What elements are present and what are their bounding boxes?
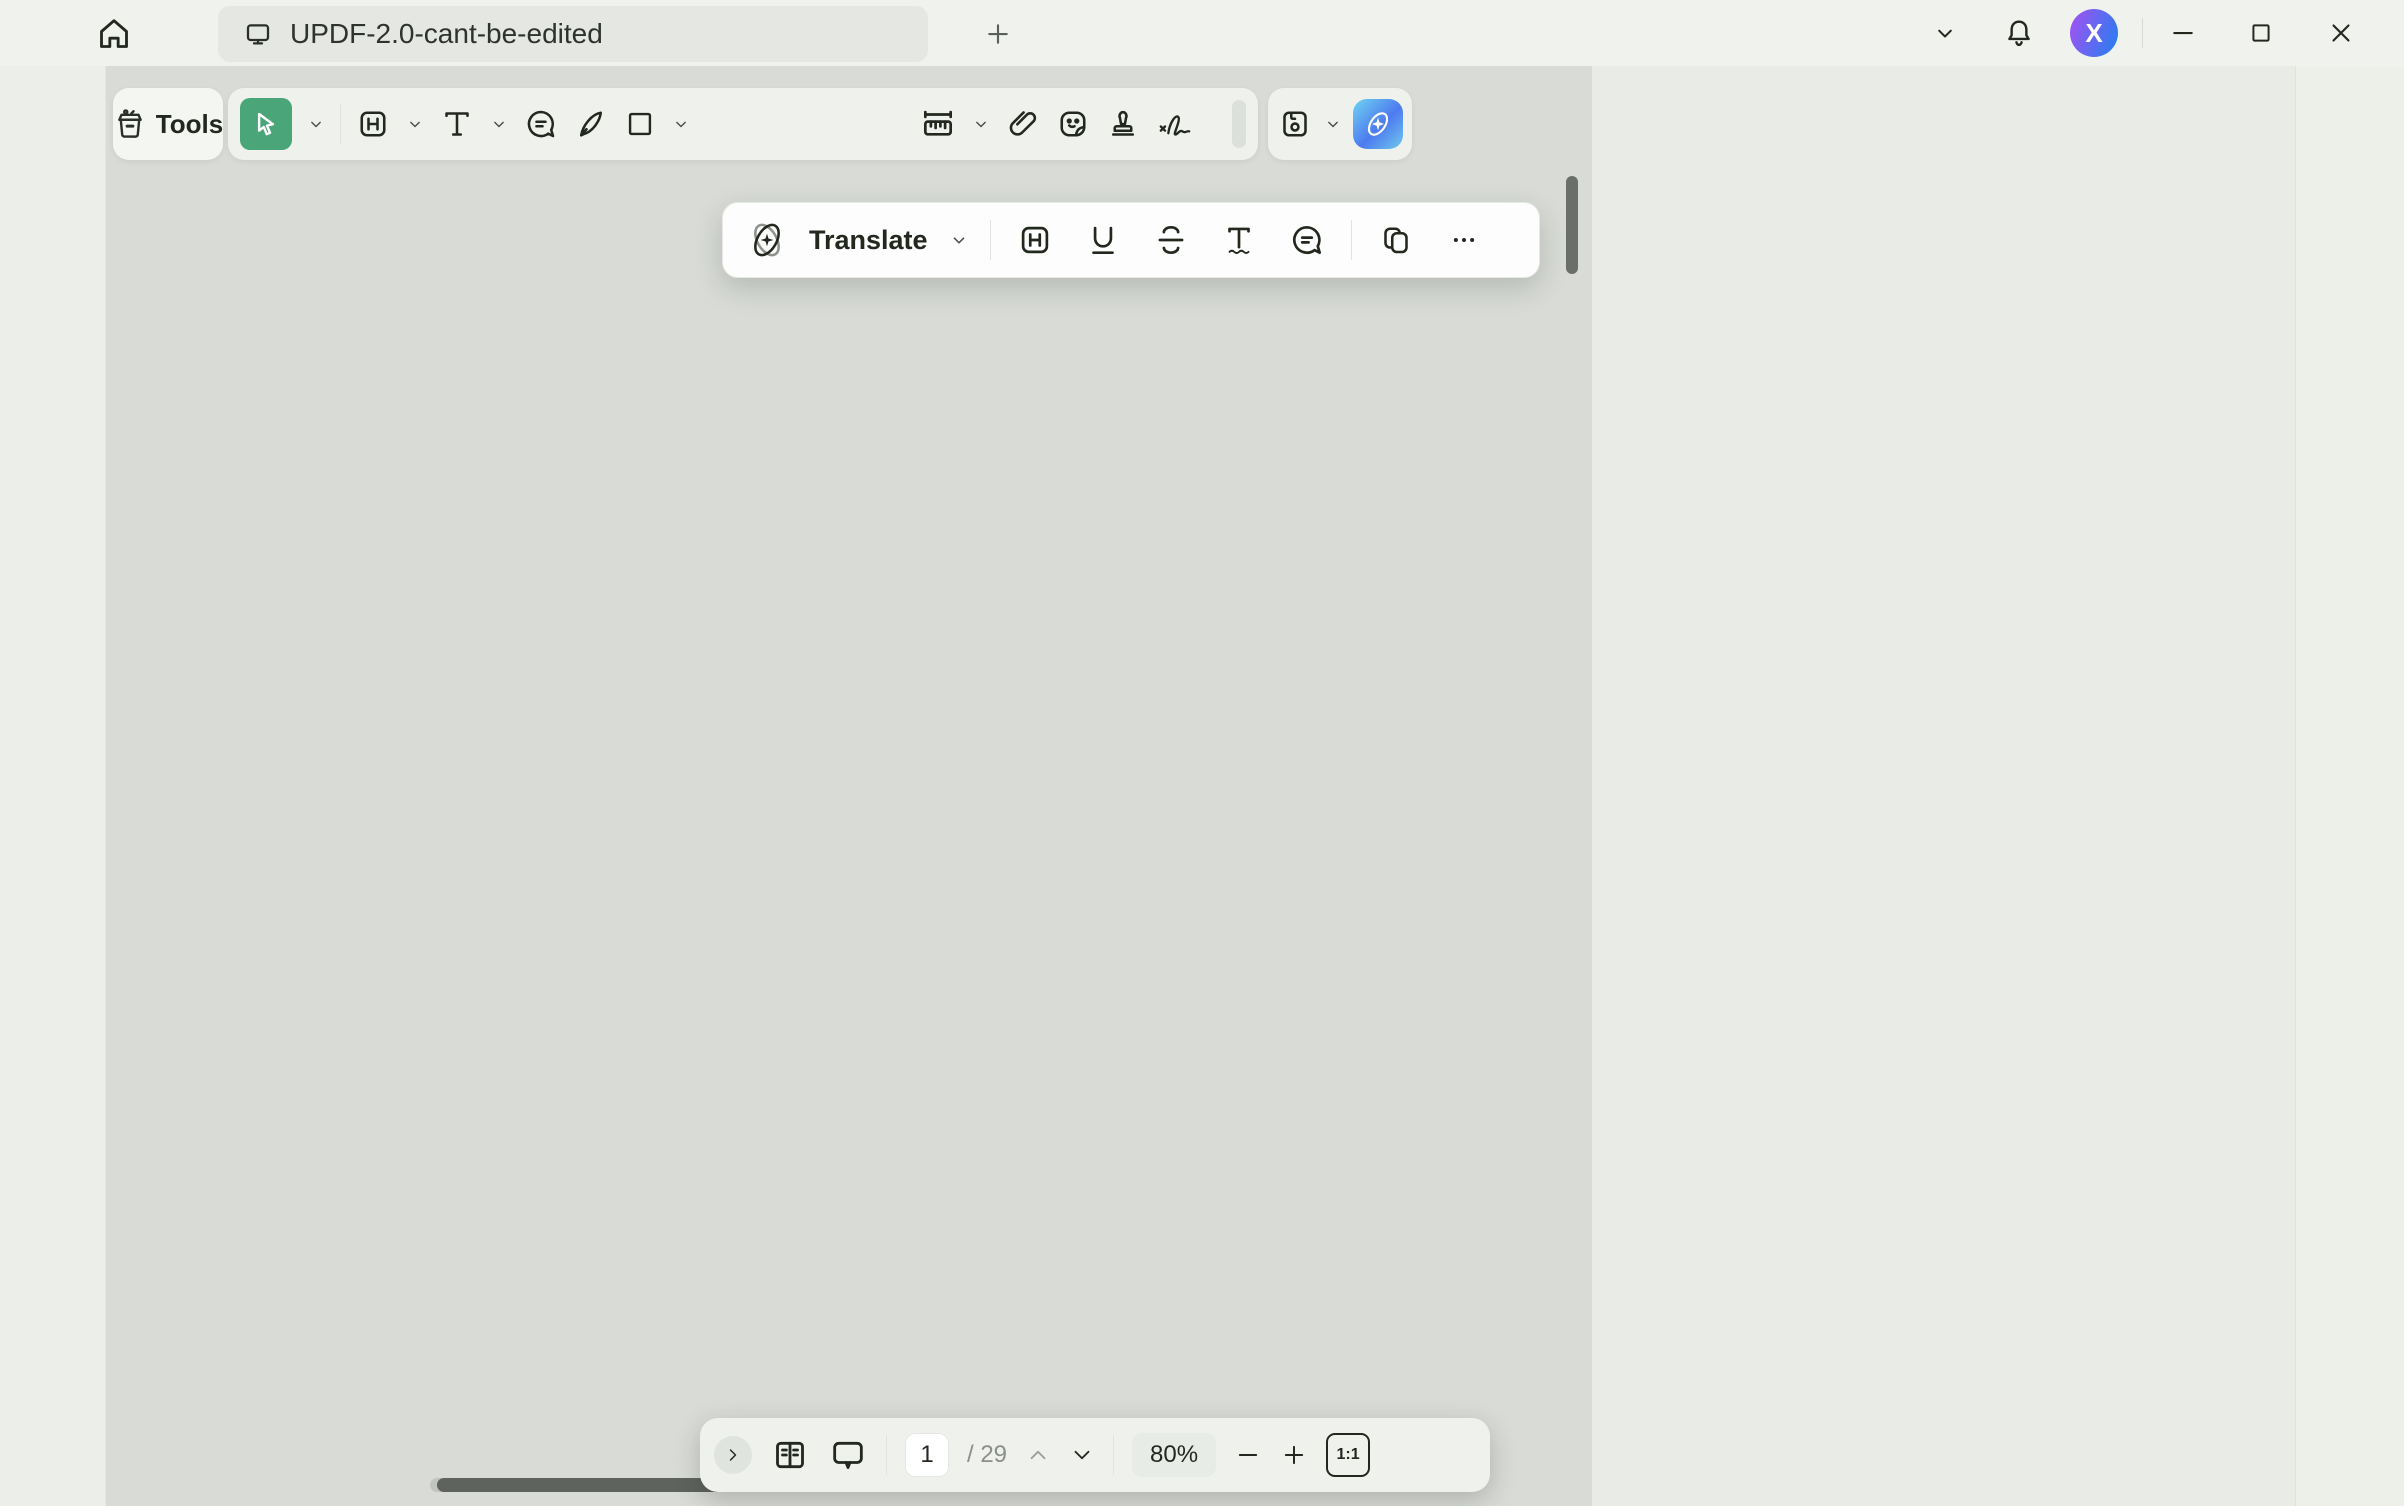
save-toolbar bbox=[1268, 88, 1412, 160]
page-number-input[interactable]: 1 bbox=[905, 1433, 949, 1477]
window-titlebar: UPDF-2.0-cant-be-edited X bbox=[0, 0, 2404, 66]
minimize-button[interactable] bbox=[2160, 12, 2206, 54]
maximize-button[interactable] bbox=[2238, 12, 2284, 54]
ask-pdf-panel bbox=[1592, 66, 2295, 1506]
strikethrough-button[interactable] bbox=[1147, 221, 1195, 259]
toolbox-icon bbox=[113, 107, 147, 141]
page-navigation-bar: 1 / 29 80% 1:1 bbox=[700, 1418, 1490, 1492]
two-page-view-button[interactable] bbox=[770, 1435, 810, 1475]
tab-title: UPDF-2.0-cant-be-edited bbox=[290, 18, 603, 50]
comment-tool-button[interactable] bbox=[523, 98, 559, 150]
actual-size-button[interactable]: 1:1 bbox=[1326, 1433, 1370, 1477]
toolbar-overflow-pill[interactable] bbox=[1232, 100, 1246, 148]
more-actions-button[interactable] bbox=[1440, 225, 1488, 255]
translate-action-label[interactable]: Translate bbox=[809, 225, 928, 256]
home-button[interactable] bbox=[88, 10, 140, 58]
heading-tool-button[interactable] bbox=[355, 98, 391, 150]
tools-label: Tools bbox=[156, 109, 223, 140]
attachment-tool-button[interactable] bbox=[1005, 98, 1041, 150]
heading-tool-chevron[interactable] bbox=[405, 114, 425, 134]
text-tool-chevron[interactable] bbox=[489, 114, 509, 134]
measure-tool-button[interactable] bbox=[919, 98, 957, 150]
page-total-label: / 29 bbox=[967, 1441, 1007, 1469]
previous-page-button[interactable] bbox=[1025, 1442, 1051, 1468]
save-chevron[interactable] bbox=[1323, 114, 1343, 134]
avatar-initial: X bbox=[2085, 18, 2102, 49]
copy-selection-button[interactable] bbox=[1372, 222, 1420, 258]
comment-button[interactable] bbox=[1283, 221, 1331, 259]
tab-document-icon bbox=[242, 18, 274, 50]
pdf-canvas bbox=[106, 66, 1592, 1506]
text-tool-button[interactable] bbox=[439, 98, 475, 150]
next-page-button[interactable] bbox=[1069, 1442, 1095, 1468]
sticker-tool-button[interactable] bbox=[1055, 98, 1091, 150]
tools-button[interactable]: Tools bbox=[113, 88, 223, 160]
measure-tool-chevron[interactable] bbox=[971, 114, 991, 134]
signature-tool-button[interactable] bbox=[1155, 98, 1195, 150]
presentation-mode-button[interactable] bbox=[828, 1435, 868, 1475]
squiggly-button[interactable] bbox=[1215, 221, 1263, 259]
expand-bar-button[interactable] bbox=[714, 1436, 752, 1474]
titlebar-divider bbox=[2142, 18, 2143, 48]
stamp-tool-button[interactable] bbox=[1105, 98, 1141, 150]
right-tool-rail bbox=[2295, 66, 2404, 1506]
ai-assistant-button[interactable] bbox=[1353, 99, 1403, 149]
save-button[interactable] bbox=[1277, 98, 1313, 150]
collapse-toolbar-chevron[interactable] bbox=[1922, 12, 1968, 54]
underline-button[interactable] bbox=[1079, 221, 1127, 259]
select-tool-chevron[interactable] bbox=[306, 114, 326, 134]
shape-tool-button[interactable] bbox=[623, 98, 657, 150]
translate-chevron[interactable] bbox=[948, 229, 970, 251]
main-toolbar bbox=[228, 88, 1258, 160]
select-tool-button[interactable] bbox=[240, 98, 292, 150]
zoom-in-button[interactable] bbox=[1280, 1441, 1308, 1469]
ai-translate-icon bbox=[745, 218, 789, 262]
zoom-out-button[interactable] bbox=[1234, 1441, 1262, 1469]
selection-toolbar: Translate bbox=[722, 202, 1540, 278]
pen-tool-button[interactable] bbox=[573, 98, 609, 150]
highlight-button[interactable] bbox=[1011, 221, 1059, 259]
notifications-bell-icon[interactable] bbox=[1996, 12, 2042, 54]
vertical-scrollbar-thumb[interactable] bbox=[1566, 176, 1578, 274]
document-tab[interactable]: UPDF-2.0-cant-be-edited bbox=[218, 6, 928, 62]
close-button[interactable] bbox=[2318, 12, 2364, 54]
left-sidebar bbox=[0, 66, 106, 1506]
zoom-level-input[interactable]: 80% bbox=[1132, 1433, 1216, 1477]
shape-tool-chevron[interactable] bbox=[671, 114, 691, 134]
user-avatar[interactable]: X bbox=[2070, 9, 2118, 57]
new-tab-button[interactable] bbox=[980, 16, 1016, 52]
